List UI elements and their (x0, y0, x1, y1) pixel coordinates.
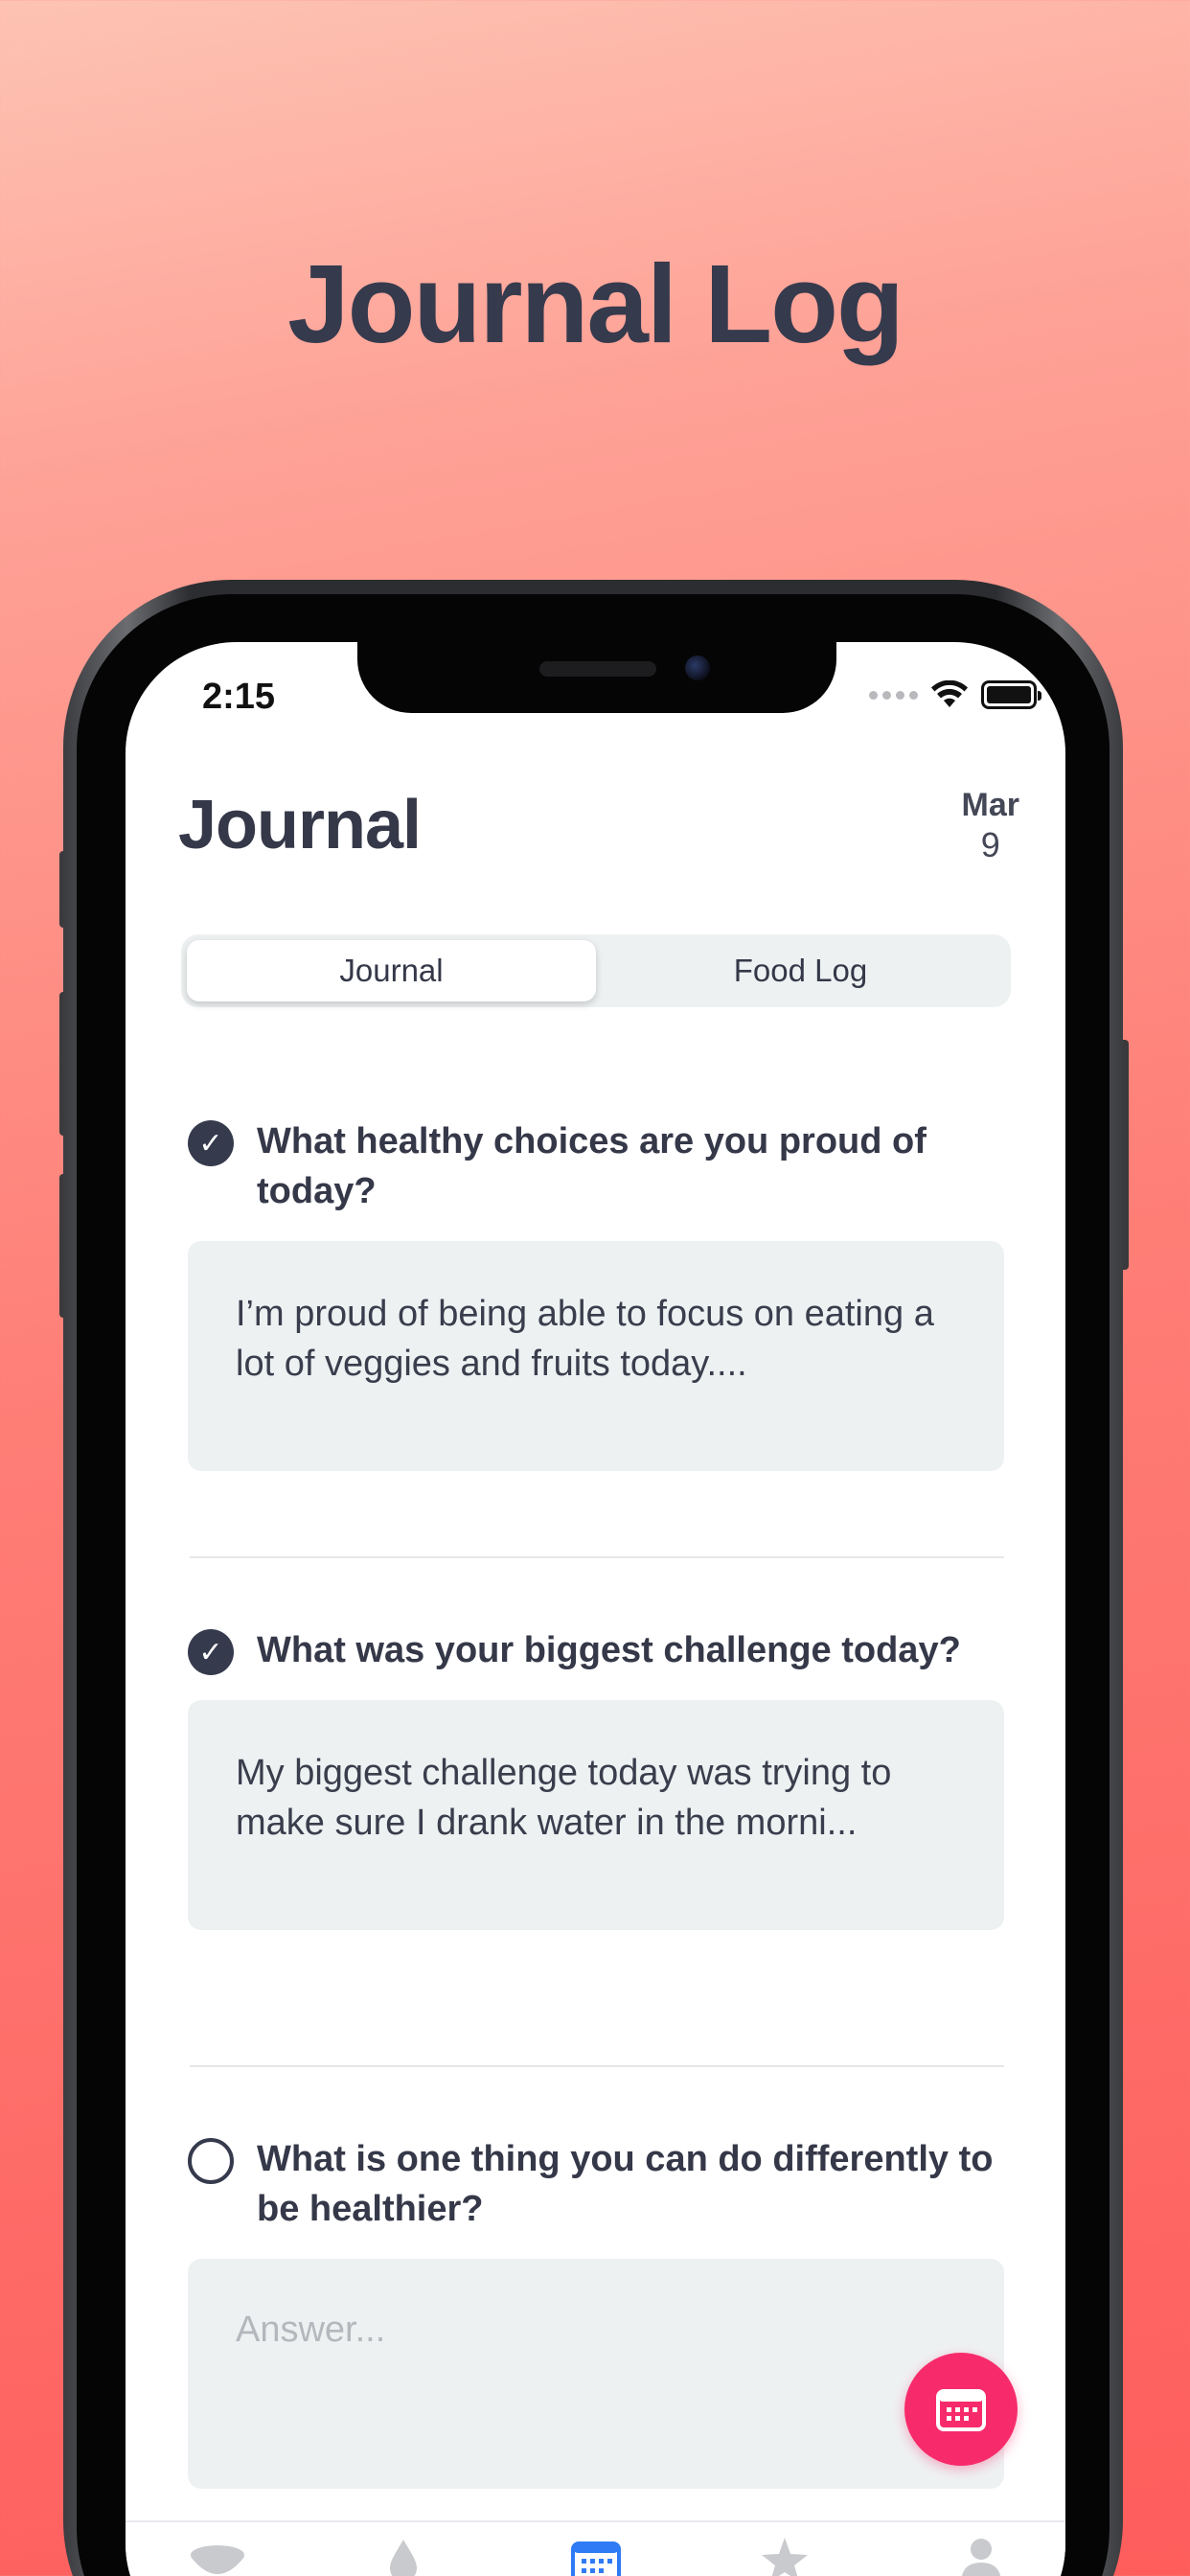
question-text: What healthy choices are you proud of to… (257, 1121, 927, 1211)
question-text: What is one thing you can do differently… (257, 2139, 994, 2229)
question-text: What was your biggest challenge today? (257, 1630, 961, 1670)
checkmark-icon: ✓ (188, 1120, 234, 1166)
answer-field[interactable]: I’m proud of being able to focus on eati… (188, 1241, 1004, 1471)
question-card: What is one thing you can do differently… (188, 2134, 1004, 2489)
tab-bar (126, 2520, 1065, 2576)
empty-circle-icon (188, 2138, 234, 2184)
status-icons (869, 680, 1041, 709)
notch (357, 642, 836, 713)
divider (190, 1556, 1004, 1558)
date-badge[interactable]: Mar 9 (962, 786, 1019, 866)
promo-headline: Journal Log (287, 242, 904, 366)
front-camera (685, 656, 710, 680)
segment-food-log[interactable]: Food Log (596, 940, 1005, 1001)
date-day: 9 (980, 825, 1000, 864)
bowl-icon[interactable] (187, 2543, 248, 2576)
page-title: Journal (178, 787, 422, 863)
calendar-tab-icon[interactable] (571, 2540, 621, 2576)
speaker-grille (539, 661, 656, 677)
date-month: Mar (961, 787, 1019, 823)
water-drop-icon[interactable] (384, 2540, 423, 2576)
divider (190, 2065, 1004, 2067)
segmented-control: Journal Food Log (181, 934, 1011, 1007)
wifi-icon (931, 680, 968, 707)
battery-icon (981, 680, 1041, 709)
calendar-fab-button[interactable] (904, 2353, 1018, 2466)
person-icon[interactable] (959, 2538, 1003, 2576)
cellular-signal-icon (869, 690, 918, 700)
calendar-icon (936, 2389, 986, 2431)
segment-journal[interactable]: Journal (187, 940, 596, 1001)
phone-screen: 2:15 Journal Mar 9 Journal Food Log ✓ Wh… (126, 642, 1065, 2576)
answer-field[interactable]: My biggest challenge today was trying to… (188, 1700, 1004, 1930)
star-icon[interactable] (760, 2538, 810, 2576)
question-card: ✓ What healthy choices are you proud of … (188, 1116, 1004, 1471)
checkmark-icon: ✓ (188, 1629, 234, 1675)
question-card: ✓ What was your biggest challenge today?… (188, 1625, 1004, 1930)
status-time: 2:15 (202, 677, 276, 717)
answer-field[interactable]: Answer... (188, 2259, 1004, 2489)
